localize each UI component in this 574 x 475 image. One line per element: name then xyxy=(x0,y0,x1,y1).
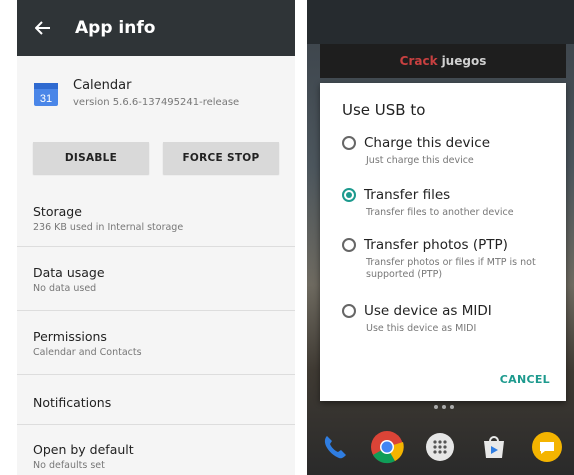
app-drawer-icon[interactable] xyxy=(420,427,460,467)
radio-button[interactable] xyxy=(342,238,356,252)
store-icon[interactable] xyxy=(474,427,514,467)
app-info-screen: App info 31 Calendar version 5.6.6-13749… xyxy=(17,0,295,475)
calendar-app-icon: 31 xyxy=(33,81,59,107)
item-subtitle: 236 KB used in Internal storage xyxy=(33,222,184,233)
option-midi[interactable]: Use device as MIDI Use this device as MI… xyxy=(342,303,562,335)
banner-part2: juegos xyxy=(441,54,487,68)
phone-icon[interactable] xyxy=(314,427,354,467)
option-description: Transfer photos or files if MTP is not s… xyxy=(366,257,536,280)
home-dock xyxy=(307,418,574,475)
option-transfer-photos[interactable]: Transfer photos (PTP) Transfer photos or… xyxy=(342,237,562,281)
app-header: 31 Calendar version 5.6.6-137495241-rele… xyxy=(17,56,295,130)
item-title: Open by default xyxy=(33,442,134,457)
back-arrow-icon[interactable] xyxy=(33,18,53,38)
item-title: Permissions xyxy=(33,329,107,344)
option-label: Transfer files xyxy=(364,187,451,203)
status-bar xyxy=(307,0,574,44)
radio-button[interactable] xyxy=(342,304,356,318)
option-label: Transfer photos (PTP) xyxy=(364,237,508,253)
chrome-icon[interactable] xyxy=(367,427,407,467)
option-label: Charge this device xyxy=(364,135,491,151)
item-title: Notifications xyxy=(33,395,112,410)
option-label: Use device as MIDI xyxy=(364,303,492,319)
radio-button[interactable] xyxy=(342,136,356,150)
settings-item-storage[interactable]: Storage 236 KB used in Internal storage xyxy=(17,186,295,247)
cancel-button[interactable]: CANCEL xyxy=(500,373,550,386)
watermark-banner: Crack juegos xyxy=(320,44,566,78)
disable-button[interactable]: DISABLE xyxy=(33,142,149,174)
option-transfer-files[interactable]: Transfer files Transfer files to another… xyxy=(342,187,562,219)
option-description: Use this device as MIDI xyxy=(366,323,477,334)
settings-item-notifications[interactable]: Notifications xyxy=(17,375,295,425)
item-subtitle: No defaults set xyxy=(33,460,105,471)
app-name: Calendar xyxy=(73,78,132,93)
calendar-icon-number: 31 xyxy=(40,93,52,105)
radio-button-selected[interactable] xyxy=(342,188,356,202)
option-description: Transfer files to another device xyxy=(366,207,514,218)
banner-part1: Crack xyxy=(399,54,438,68)
item-title: Data usage xyxy=(33,265,105,280)
app-version: version 5.6.6-137495241-release xyxy=(73,97,240,108)
messages-icon[interactable] xyxy=(527,427,567,467)
page-title: App info xyxy=(75,18,156,38)
dialog-title: Use USB to xyxy=(342,101,426,119)
settings-item-open-by-default[interactable]: Open by default No defaults set xyxy=(17,425,295,475)
item-subtitle: Calendar and Contacts xyxy=(33,347,142,358)
force-stop-button[interactable]: FORCE STOP xyxy=(163,142,279,174)
page-indicator xyxy=(434,405,454,409)
app-bar: App info xyxy=(17,0,295,56)
settings-item-data-usage[interactable]: Data usage No data used xyxy=(17,247,295,311)
option-charge[interactable]: Charge this device Just charge this devi… xyxy=(342,135,562,167)
usb-dialog-screen: Crack juegos Use USB to Charge this devic… xyxy=(307,0,574,475)
usb-options-dialog: Use USB to Charge this device Just charg… xyxy=(320,83,566,401)
item-title: Storage xyxy=(33,204,82,219)
item-subtitle: No data used xyxy=(33,283,97,294)
option-description: Just charge this device xyxy=(366,155,474,166)
settings-item-permissions[interactable]: Permissions Calendar and Contacts xyxy=(17,311,295,375)
